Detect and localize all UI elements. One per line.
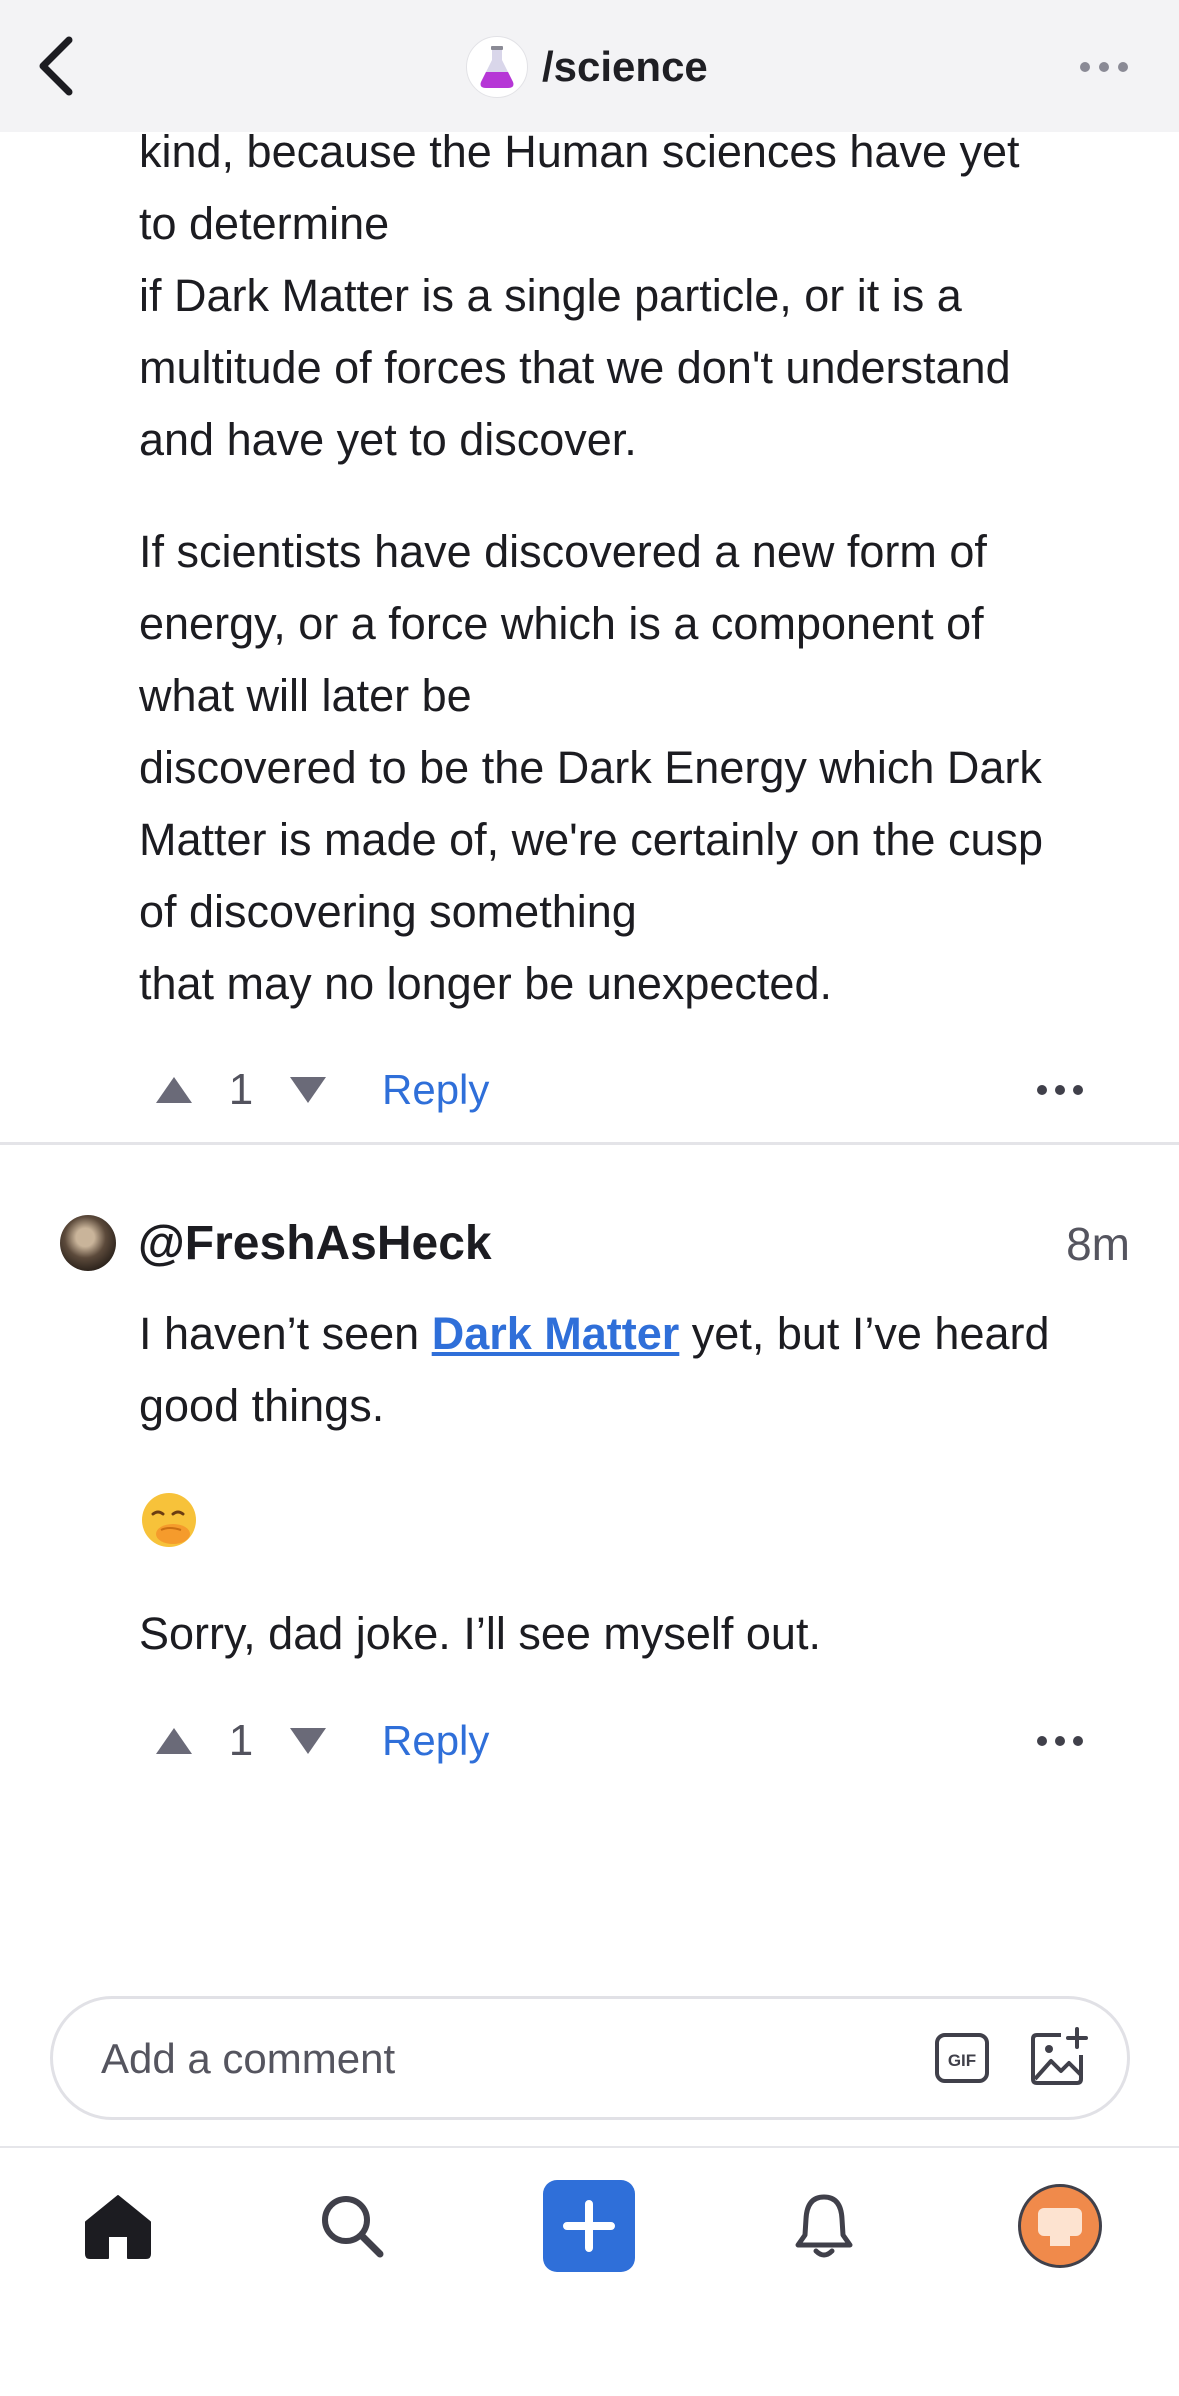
comment-body-line: Sorry, dad joke. I’ll see myself out. bbox=[139, 1598, 1139, 1670]
reply-button[interactable]: Reply bbox=[382, 1717, 489, 1765]
nav-home[interactable] bbox=[72, 2180, 164, 2272]
upvote-button[interactable] bbox=[150, 1717, 198, 1765]
text-line: if Dark Matter is a single particle, or … bbox=[139, 270, 962, 321]
text-line: If scientists have discovered a new form… bbox=[139, 526, 987, 577]
comment-paragraph: If scientists have discovered a new form… bbox=[139, 516, 1139, 1020]
comment-body: I haven’t seen Dark Matter yet, but I’ve… bbox=[139, 1298, 1139, 1442]
comment-divider bbox=[0, 1142, 1179, 1145]
home-icon bbox=[85, 2195, 151, 2259]
text-segment: yet, but I’ve heard bbox=[679, 1308, 1050, 1359]
comment-input[interactable]: Add a comment GIF bbox=[50, 1996, 1130, 2120]
text-line: good things. bbox=[139, 1380, 385, 1431]
add-image-icon bbox=[1031, 2027, 1088, 2085]
comment-actions: 1 Reply bbox=[150, 1055, 1110, 1125]
text-line: I haven’t seen Dark Matter yet, but I’ve… bbox=[139, 1298, 1139, 1370]
bottom-nav bbox=[0, 2148, 1179, 2396]
text-line: discovered to be the Dark Energy which D… bbox=[139, 742, 1042, 793]
text-line: to determine bbox=[139, 198, 390, 249]
text-line: Sorry, dad joke. I’ll see myself out. bbox=[139, 1608, 821, 1659]
add-image-button[interactable] bbox=[1029, 2027, 1089, 2087]
downvote-button[interactable] bbox=[284, 1066, 332, 1114]
vote-count: 1 bbox=[228, 1065, 254, 1114]
profile-glyph-icon bbox=[1038, 2208, 1082, 2246]
upvote-button[interactable] bbox=[150, 1066, 198, 1114]
bell-icon bbox=[795, 2194, 853, 2258]
text-line: that may no longer be unexpected. bbox=[139, 958, 832, 1009]
search-icon bbox=[322, 2196, 384, 2258]
username[interactable]: @FreshAsHeck bbox=[138, 1213, 492, 1275]
comment-placeholder: Add a comment bbox=[101, 2035, 396, 2082]
vote-count: 1 bbox=[228, 1716, 254, 1765]
gif-button[interactable]: GIF bbox=[933, 2029, 991, 2087]
avatar[interactable] bbox=[60, 1215, 116, 1271]
reply-button[interactable]: Reply bbox=[382, 1066, 489, 1114]
comment-more-button[interactable] bbox=[1030, 1716, 1090, 1766]
face-with-hand-over-mouth-icon bbox=[142, 1493, 196, 1547]
top-bar: /science bbox=[0, 0, 1179, 132]
ellipsis-icon bbox=[1080, 62, 1128, 72]
header-more-button[interactable] bbox=[1069, 42, 1139, 92]
gif-label: GIF bbox=[948, 2051, 976, 2070]
nav-notifications[interactable] bbox=[778, 2180, 870, 2272]
timestamp: 8m bbox=[1066, 1218, 1130, 1270]
text-line: and have yet to discover. bbox=[139, 414, 637, 465]
back-button[interactable] bbox=[20, 28, 90, 104]
nav-search[interactable] bbox=[306, 2180, 398, 2272]
flask-icon bbox=[480, 46, 514, 88]
community-title[interactable]: /science bbox=[466, 36, 708, 98]
comment-actions: 1 Reply bbox=[150, 1706, 1110, 1776]
community-name: /science bbox=[542, 43, 708, 90]
gif-icon: GIF bbox=[935, 2033, 989, 2083]
arrow-up-icon bbox=[156, 1728, 192, 1754]
comment-more-button[interactable] bbox=[1030, 1065, 1090, 1115]
text-line: multitude of forces that we don't unders… bbox=[139, 342, 1011, 393]
comment-paragraph: kind, because the Human sciences have ye… bbox=[139, 116, 1139, 476]
text-line: energy, or a force which is a component … bbox=[139, 598, 984, 649]
comment-header: @FreshAsHeck 8m bbox=[60, 1213, 1130, 1275]
nav-create-button[interactable] bbox=[543, 2180, 635, 2272]
nav-profile[interactable] bbox=[1014, 2180, 1106, 2272]
text-line: what will later be bbox=[139, 670, 472, 721]
text-line: Matter is made of, we're certainly on th… bbox=[139, 814, 1043, 865]
ellipsis-icon bbox=[1037, 1085, 1083, 1095]
profile-avatar bbox=[1018, 2184, 1102, 2268]
plus-icon bbox=[563, 2200, 615, 2252]
chevron-left-icon bbox=[39, 36, 73, 96]
downvote-button[interactable] bbox=[284, 1717, 332, 1765]
arrow-down-icon bbox=[290, 1728, 326, 1754]
dark-matter-link[interactable]: Dark Matter bbox=[432, 1308, 680, 1359]
ellipsis-icon bbox=[1037, 1736, 1083, 1746]
arrow-down-icon bbox=[290, 1077, 326, 1103]
arrow-up-icon bbox=[156, 1077, 192, 1103]
text-line: of discovering something bbox=[139, 886, 637, 937]
text-segment: I haven’t seen bbox=[139, 1308, 432, 1359]
community-avatar bbox=[466, 36, 528, 98]
